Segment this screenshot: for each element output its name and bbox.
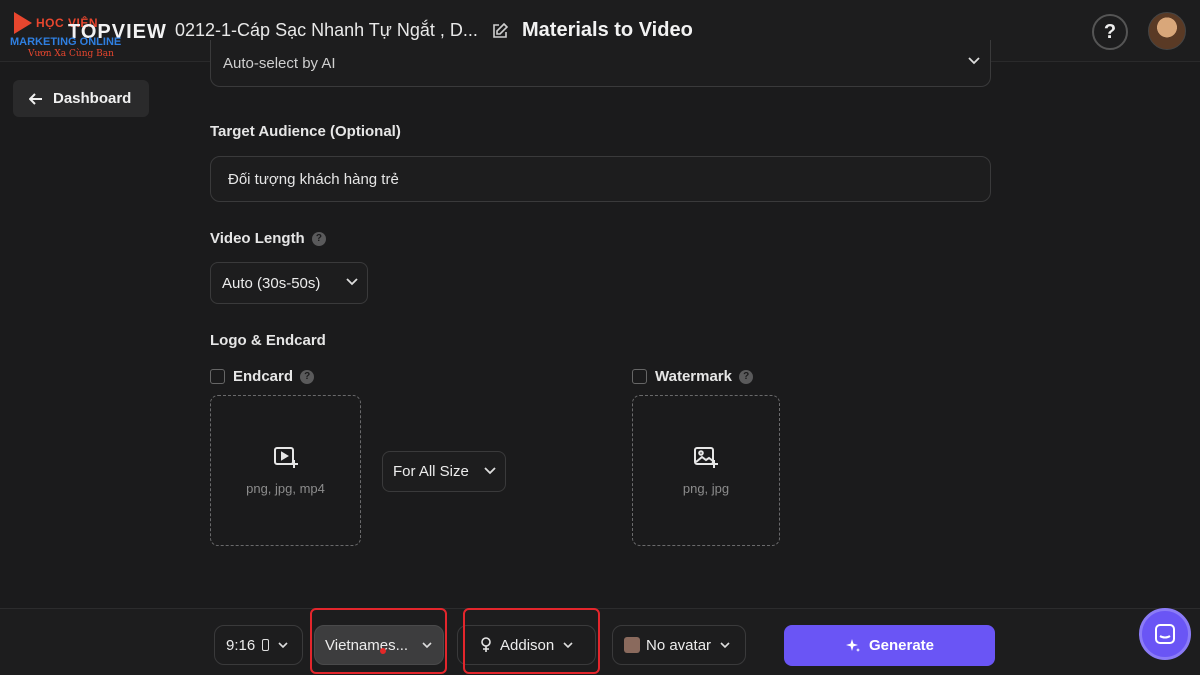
chevron-down-icon xyxy=(484,467,496,475)
audience-label: Target Audience (Optional) xyxy=(210,123,401,140)
video-length-label: Video Length ? xyxy=(210,230,326,247)
video-length-text: Video Length xyxy=(210,230,305,247)
help-icon[interactable]: ? xyxy=(739,370,754,385)
logo-overlay-slogan: Vươn Xa Cùng Bạn xyxy=(28,49,114,59)
help-icon[interactable]: ? xyxy=(311,232,326,247)
avatar-value: No avatar xyxy=(646,636,712,654)
logo-endcard-label: Logo & Endcard xyxy=(210,332,326,349)
watermark-upload-area[interactable]: png, jpg xyxy=(632,395,780,546)
audience-input[interactable]: Đối tượng khách hàng trẻ xyxy=(210,156,991,202)
endcard-label: Endcard ? xyxy=(233,368,315,385)
highlight-box-voice xyxy=(463,608,600,674)
sparkle-icon xyxy=(845,638,860,652)
avatar-select[interactable]: No avatar xyxy=(612,625,746,665)
dashboard-button[interactable]: Dashboard xyxy=(13,80,149,117)
dashboard-label: Dashboard xyxy=(53,90,132,107)
generate-label: Generate xyxy=(868,637,935,654)
avatar-thumbnail xyxy=(624,637,640,653)
chat-button[interactable] xyxy=(1139,608,1191,660)
user-avatar[interactable] xyxy=(1148,12,1186,50)
chevron-down-icon xyxy=(278,641,288,648)
video-length-select[interactable]: Auto (30s-50s) xyxy=(210,262,368,304)
page-title: Materials to Video xyxy=(522,19,693,41)
chevron-down-icon xyxy=(346,278,358,286)
logo[interactable]: HỌC VIỆN TOPVIEW MARKETING ONLINE Vươn X… xyxy=(10,8,170,59)
endcard-size-value: For All Size xyxy=(393,463,469,480)
portrait-icon xyxy=(262,639,270,651)
chevron-down-icon xyxy=(720,641,730,648)
logo-overlay-sub: MARKETING ONLINE xyxy=(10,36,122,48)
aspect-ratio-value: 9:16 xyxy=(226,636,256,654)
video-upload-icon xyxy=(273,447,298,468)
image-upload-icon xyxy=(694,447,718,468)
watermark-text: Watermark xyxy=(655,368,732,385)
highlight-box-language xyxy=(310,608,447,674)
endcard-text: Endcard xyxy=(233,368,294,385)
endcard-size-select[interactable]: For All Size xyxy=(382,451,506,492)
back-arrow-icon xyxy=(29,92,42,105)
aspect-ratio-select[interactable]: 9:16 xyxy=(214,625,303,665)
watermark-checkbox[interactable] xyxy=(632,369,647,384)
edit-icon[interactable] xyxy=(491,22,509,40)
endcard-hint: png, jpg, mp4 xyxy=(246,481,325,496)
endcard-upload-area[interactable]: png, jpg, mp4 xyxy=(210,395,361,546)
style-select-value: Auto-select by AI xyxy=(223,55,336,72)
watermark-label: Watermark ? xyxy=(655,368,754,385)
bottom-toolbar xyxy=(0,608,1200,675)
project-title: 0212-1-Cáp Sạc Nhanh Tự Ngắt , D... xyxy=(175,20,478,40)
video-length-value: Auto (30s-50s) xyxy=(222,275,321,292)
chevron-down-icon xyxy=(968,57,980,65)
chat-icon xyxy=(1155,624,1175,644)
generate-button[interactable]: Generate xyxy=(784,625,995,666)
help-button[interactable]: ? xyxy=(1092,14,1128,50)
logo-play-icon xyxy=(14,12,32,34)
help-icon[interactable]: ? xyxy=(300,370,315,385)
endcard-checkbox[interactable] xyxy=(210,369,225,384)
style-select[interactable]: Auto-select by AI xyxy=(210,40,991,87)
watermark-hint: png, jpg xyxy=(682,481,730,496)
